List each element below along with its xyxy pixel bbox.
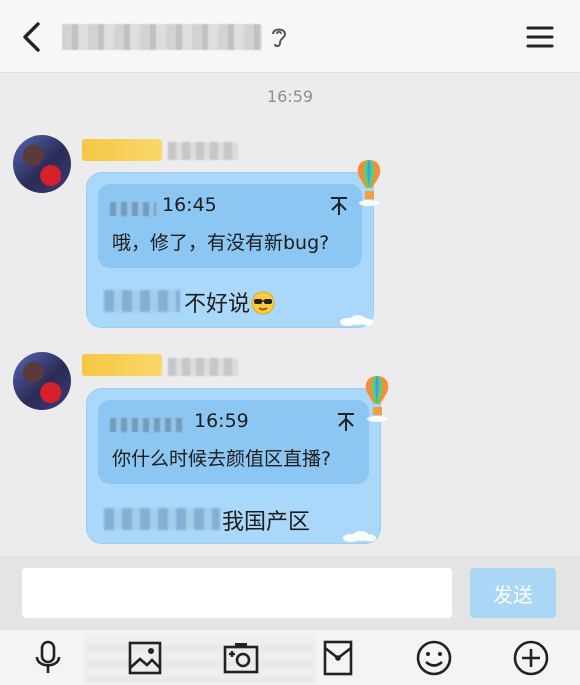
plus-icon[interactable] [511,638,551,678]
sender-name-redacted [168,142,238,160]
emoji-icon[interactable] [414,638,454,678]
ear-icon[interactable] [268,24,290,50]
chat-timestamp: 16:59 [266,87,314,106]
camera-icon[interactable] [221,638,261,678]
hamburger-menu-icon[interactable] [524,22,556,52]
quoted-time: 16:45 [162,194,217,216]
jump-to-original-icon[interactable] [330,196,348,216]
cloud-decoration-icon [340,315,373,326]
cloud-decoration-icon [343,531,376,542]
member-badge [82,139,162,161]
send-button[interactable]: 发送 [470,568,556,618]
microphone-icon[interactable] [28,638,68,678]
hot-air-balloon-icon [357,160,381,206]
jump-to-original-icon[interactable] [337,412,355,432]
red-packet-icon[interactable] [318,638,358,678]
image-icon[interactable] [125,638,165,678]
quoted-text: 哦，修了，有没有新bug? [112,232,330,254]
message-input[interactable] [22,568,452,618]
blurred-background [85,634,315,684]
sender-name-redacted [168,358,238,376]
quoted-message[interactable]: 16:59 你什么时候去颜值区直播? [98,400,369,484]
quoted-sender-redacted [110,418,186,432]
message-bubble[interactable]: 16:59 你什么时候去颜值区直播? 我国产区 [86,388,381,544]
quoted-message[interactable]: 16:45 哦，修了，有没有新bug? [98,184,362,268]
reply-text: 不好说 [184,286,276,318]
bottom-toolbar [0,630,580,685]
composer-bar: 发送 [0,556,580,630]
mention-redacted [104,290,180,312]
quoted-text: 你什么时候去颜值区直播? [112,448,332,470]
message-bubble[interactable]: 16:45 哦，修了，有没有新bug? 不好说 [86,172,374,328]
quoted-sender-redacted [110,202,156,216]
hot-air-balloon-icon [365,376,389,422]
avatar[interactable] [13,135,71,193]
mention-redacted [104,508,220,530]
reply-text: 我国产区 [222,510,311,535]
back-arrow-icon[interactable] [16,20,50,54]
sunglasses-face-icon [251,291,275,315]
quoted-time: 16:59 [194,410,249,432]
chat-title-redacted [62,24,262,50]
member-badge [82,354,162,376]
avatar[interactable] [13,352,71,410]
chat-header [0,0,580,73]
